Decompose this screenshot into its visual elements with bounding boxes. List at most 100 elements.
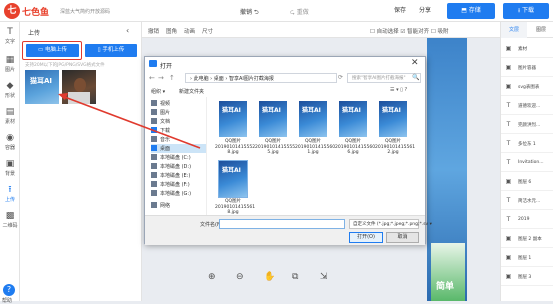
forward-icon[interactable]: →	[158, 74, 164, 82]
sidebar-item-image[interactable]: ▦ 图片	[0, 52, 20, 78]
tree-item-drive-f[interactable]: 本地磁盘 (F:)	[151, 180, 206, 189]
tool-corner[interactable]: 图角	[166, 27, 177, 35]
layer-item[interactable]: T 2019	[501, 211, 553, 229]
tree-item-music[interactable]: 音乐	[151, 135, 206, 144]
layer-item[interactable]: ▣ 素材	[501, 40, 553, 58]
tree-item-drive-g[interactable]: 本地磁盘 (G:)	[151, 189, 206, 198]
back-icon[interactable]: ←	[149, 74, 155, 82]
tab-text-layer[interactable]: 文层	[501, 22, 527, 38]
canvas-toolbar: 撤销 图角 动画 尺寸 ☐ 自动选择 ☑ 智能对齐 ☐ 吸附	[142, 22, 500, 38]
text-layer-icon: T	[506, 197, 511, 204]
layer-item[interactable]: ▣ 图层 1	[501, 249, 553, 267]
green-card-text: 简单	[436, 282, 455, 292]
layer-item[interactable]: ▣ 图层 6	[501, 173, 553, 191]
pc-upload-button[interactable]: ▭ 电脑上传	[26, 44, 79, 57]
layer-item[interactable]: ▣ svg表图表	[501, 78, 553, 96]
folder-icon	[151, 118, 157, 124]
layers-panel: 文层 图层 ▣ 素材 ▣ 图片容器 ▣ svg表图表 T 道德欢迎... T 完颜洪烈..…	[500, 22, 553, 301]
help-icon[interactable]: ?	[3, 284, 15, 296]
layer-item[interactable]: T Invitation...	[501, 154, 553, 172]
file-list: 猫耳AI QQ图片 20190101415552 8.jpg 猫耳AI QQ图片 2…	[207, 97, 425, 215]
tree-item-videos[interactable]: 视频	[151, 99, 206, 108]
tool-undo[interactable]: 撤销	[148, 27, 159, 35]
sidebar-item-qrcode[interactable]: ▩ 二维码	[0, 208, 20, 234]
refresh-icon[interactable]: ⟳	[338, 74, 343, 81]
save-button[interactable]: 保存	[389, 4, 411, 18]
tool-animation[interactable]: 动画	[184, 27, 195, 35]
file-item[interactable]: 猫耳AI QQ图片 20190101415561 2.jpg	[375, 101, 416, 159]
sidebar-item-label: 形状	[4, 93, 15, 99]
align-options[interactable]: ☐ 自动选择 ☑ 智能对齐 ☐ 吸附	[370, 27, 449, 35]
layer-item[interactable]: ▣ 图片容器	[501, 59, 553, 77]
up-icon[interactable]: ↑	[169, 74, 175, 82]
layer-item[interactable]: T 简洁水元...	[501, 192, 553, 210]
fit-icon[interactable]: ⧉	[292, 272, 298, 282]
filetype-select[interactable]: 自定义文件 (*.jpg;*.jpeg;*.png;*.sv ▾	[349, 219, 432, 229]
zoom-out-icon[interactable]: ⊖	[236, 272, 244, 282]
tree-item-drive-c[interactable]: 本地磁盘 (C:)	[151, 153, 206, 162]
sidebar-item-label: 上传	[4, 197, 15, 203]
file-item[interactable]: 猫耳AI QQ图片 20190101415552 8.jpg	[215, 101, 255, 159]
tree-item-drive-e[interactable]: 本地磁盘 (E:)	[151, 171, 206, 180]
organize-button[interactable]: 组织 ▾	[151, 88, 165, 95]
folder-tree: 视频 图片 文档 下载 音乐 桌面 本地磁盘 (C:) 本地磁盘 (D:) 本地…	[145, 97, 207, 215]
file-item[interactable]: 猫耳AI QQ图片 20190101415555 5.jpg	[255, 101, 295, 159]
filename-input[interactable]	[219, 219, 345, 229]
zoom-in-icon[interactable]: ⊕	[208, 272, 216, 282]
sidebar-item-label: 二维码	[2, 223, 18, 229]
path-field[interactable]: › 此电脑 › 桌面 › 智享AI图片打截海报	[185, 73, 337, 83]
tree-item-documents[interactable]: 文档	[151, 117, 206, 126]
search-placeholder: 搜索"智享AI图片打截海报"	[352, 76, 406, 81]
text-layer-icon: T	[506, 216, 511, 223]
hand-icon[interactable]: ✋	[264, 272, 275, 282]
layer-item[interactable]: T 道德欢迎...	[501, 97, 553, 115]
sidebar-item-background[interactable]: ▣ 背景	[0, 156, 20, 182]
desktop-folder-icon	[151, 145, 157, 151]
file-item[interactable]: 猫耳AI QQ图片 20190101415560 6.jpg	[335, 101, 375, 159]
tree-item-pictures[interactable]: 图片	[151, 108, 206, 117]
sidebar-item-text[interactable]: T 文字	[0, 24, 20, 50]
music-folder-icon	[151, 136, 157, 142]
collapse-icon[interactable]: ‹	[126, 26, 129, 35]
view-mode-buttons[interactable]: ☰ ▾ ▯ ?	[390, 87, 418, 95]
layer-item[interactable]: T 完颜洪烈...	[501, 116, 553, 134]
close-icon[interactable]: ✕	[411, 58, 419, 68]
phone-upload-button[interactable]: ▯ 手机上传	[85, 44, 137, 57]
image-layer-icon: ▣	[505, 83, 512, 90]
sidebar-item-container[interactable]: ◉ 容器	[0, 130, 20, 156]
uploaded-thumbnail[interactable]: 猫耳AI	[25, 70, 59, 104]
sidebar-item-material[interactable]: ▤ 素材	[0, 104, 20, 130]
tree-item-drive-d[interactable]: 本地磁盘 (D:)	[151, 162, 206, 171]
sidebar-item-upload[interactable]: ⭱ 上传	[0, 182, 20, 208]
redo-button[interactable]: ⮎ 重做	[290, 7, 309, 18]
tree-item-desktop[interactable]: 桌面	[151, 144, 206, 153]
search-input[interactable]: 搜索"智享AI图片打截海报" 🔍	[347, 73, 421, 83]
breadcrumb: › 此电脑 › 桌面 › 智享AI图片打截海报	[190, 76, 274, 82]
upload-icon: ⭱	[8, 185, 12, 195]
uploaded-thumbnail[interactable]	[62, 70, 96, 104]
file-item[interactable]: 猫耳AI QQ图片 20190101415561 8.jpg	[215, 160, 255, 219]
file-thumbnail: 猫耳AI	[259, 101, 287, 137]
design-title[interactable]: 深蓝大气简约开放源码	[60, 8, 110, 15]
tree-item-network[interactable]: 网络	[151, 201, 206, 210]
tab-layers[interactable]: 图层	[528, 22, 553, 38]
store-button[interactable]: ⬒ 存储	[447, 3, 495, 19]
file-name: QQ图片 20190101415561 2.jpg	[375, 139, 416, 155]
share-button[interactable]: 分享	[413, 4, 437, 18]
layer-item[interactable]: ▣ 图层 3	[501, 268, 553, 286]
left-toolbar: T 文字 ▦ 图片 ◆ 形状 ▤ 素材 ◉ 容器 ▣ 背景 ⭱ 上传 ▩ 二维码 ? 帮助	[0, 22, 20, 304]
cancel-button[interactable]: 取消	[386, 232, 419, 243]
layer-item[interactable]: ▣ 图层 2 副本	[501, 230, 553, 248]
layer-item[interactable]: T 多位东 1	[501, 135, 553, 153]
file-item[interactable]: 猫耳AI QQ图片 20190101415560 1.jpg	[295, 101, 335, 159]
open-button[interactable]: 打开(O)	[349, 232, 383, 243]
sidebar-item-shape[interactable]: ◆ 形状	[0, 78, 20, 104]
expand-icon[interactable]: ⇲	[320, 272, 328, 282]
undo-button[interactable]: 撤销 ⮌	[240, 7, 259, 18]
green-card[interactable]: 简单	[431, 243, 465, 301]
image-icon: ▦	[5, 55, 15, 65]
tree-item-downloads[interactable]: 下载	[151, 126, 206, 135]
download-button[interactable]: ⭳ 下载	[503, 3, 549, 19]
tool-size[interactable]: 尺寸	[202, 27, 213, 35]
new-folder-button[interactable]: 新建文件夹	[179, 88, 204, 95]
